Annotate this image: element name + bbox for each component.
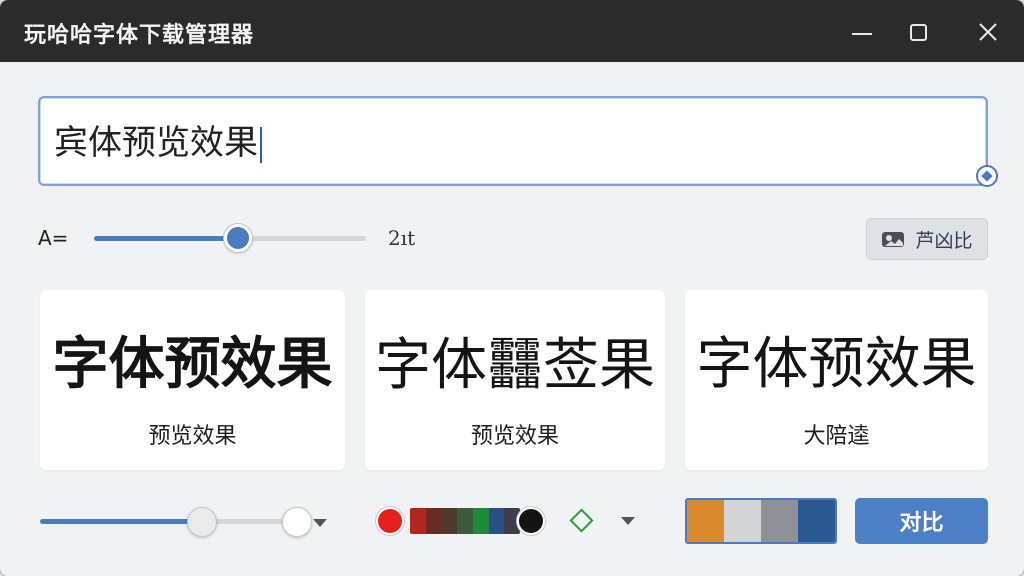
font-sample-text: 字体预效果 xyxy=(696,332,977,397)
font-preview-card-3[interactable]: 字体预效果 大陪逵 xyxy=(685,290,988,470)
outline-diamond-icon[interactable] xyxy=(569,508,594,533)
palette-swatch[interactable] xyxy=(798,500,835,542)
close-button[interactable] xyxy=(968,12,1008,52)
weight-dropdown-arrow[interactable] xyxy=(313,519,327,527)
color-strip-swatch[interactable] xyxy=(410,508,426,534)
color-palette-selector[interactable] xyxy=(685,498,837,544)
diamond-icon xyxy=(981,170,993,182)
font-sample-caption: 预览效果 xyxy=(148,424,237,449)
color-gradient-strip[interactable] xyxy=(410,508,520,534)
font-preview-card-1[interactable]: 字体预效果 预览效果 xyxy=(40,290,345,470)
compare-button[interactable]: 对比 xyxy=(855,498,988,544)
color-swatch-red[interactable] xyxy=(376,507,404,535)
close-icon xyxy=(979,23,997,41)
palette-swatch[interactable] xyxy=(687,500,724,542)
font-preview-card-2[interactable]: 字体䨻莶果 预览效果 xyxy=(365,290,665,470)
maximize-icon xyxy=(909,23,927,41)
minimize-button[interactable] xyxy=(842,12,882,52)
maximize-button[interactable] xyxy=(898,12,938,52)
palette-swatch[interactable] xyxy=(724,500,761,542)
palette-swatch[interactable] xyxy=(761,500,798,542)
app-window: 玩哈哈字体下载管理器 宾体预览效果 A= 2ıt 芦凶比 字体预效果 预览效果 … xyxy=(0,0,1024,576)
font-weight-slider-thumb-end[interactable] xyxy=(281,507,312,537)
font-sample-text: 字体预效果 xyxy=(52,332,333,397)
font-weight-slider-fill xyxy=(40,519,202,524)
font-sample-caption: 预览效果 xyxy=(470,424,559,449)
font-size-slider-thumb[interactable] xyxy=(224,224,253,252)
color-swatch-black[interactable] xyxy=(517,507,545,535)
font-weight-slider-thumb-start[interactable] xyxy=(187,507,217,537)
color-strip-swatch[interactable] xyxy=(457,508,473,534)
preview-text-value: 宾体预览效果 xyxy=(54,123,258,163)
preview-text-field[interactable]: 宾体预览效果 xyxy=(38,96,988,186)
color-strip-swatch[interactable] xyxy=(488,508,505,534)
text-caret xyxy=(260,127,262,163)
minimize-icon xyxy=(852,33,872,35)
font-weight-slider[interactable] xyxy=(40,519,310,524)
font-size-label: A= xyxy=(38,226,69,250)
compare-view-button[interactable]: 芦凶比 xyxy=(866,218,988,260)
compare-view-label: 芦凶比 xyxy=(915,229,973,252)
font-sample-text: 字体䨻莶果 xyxy=(375,333,655,396)
image-compare-icon xyxy=(882,232,905,247)
resize-handle[interactable] xyxy=(976,165,998,187)
color-strip-swatch[interactable] xyxy=(472,508,489,534)
color-strip-swatch[interactable] xyxy=(425,508,442,534)
color-strip-swatch[interactable] xyxy=(441,508,458,534)
title-bar: 玩哈哈字体下载管理器 xyxy=(0,0,1024,62)
window-title: 玩哈哈字体下载管理器 xyxy=(24,23,255,48)
font-size-slider-fill xyxy=(94,236,239,241)
preview-text-input[interactable]: 宾体预览效果 xyxy=(54,120,954,166)
font-sample-caption: 大陪逵 xyxy=(803,424,870,449)
font-size-value: 2ıt xyxy=(388,226,416,250)
color-dropdown-arrow[interactable] xyxy=(621,517,635,525)
